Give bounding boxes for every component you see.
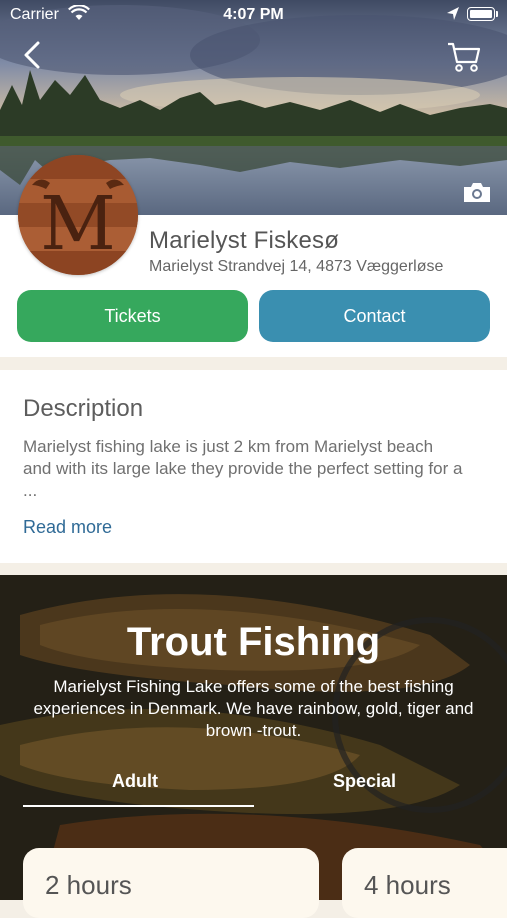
venue-address: Marielyst Strandvej 14, 4873 Væggerløse bbox=[149, 258, 444, 275]
ticket-option-card[interactable]: 4 hours bbox=[342, 848, 507, 918]
read-more-link[interactable]: Read more bbox=[23, 517, 112, 538]
selected-tab-indicator bbox=[23, 805, 254, 807]
venue-logo: M bbox=[18, 155, 138, 275]
trout-fishing-text: Marielyst Fishing Lake offers some of th… bbox=[33, 677, 474, 740]
back-button[interactable] bbox=[20, 40, 44, 75]
tickets-button[interactable]: Tickets bbox=[17, 290, 248, 342]
ticket-option-label: 2 hours bbox=[45, 870, 132, 900]
cart-icon bbox=[446, 42, 482, 78]
back-chevron-icon bbox=[20, 41, 44, 74]
ticket-option-label: 4 hours bbox=[364, 870, 451, 900]
battery-icon bbox=[467, 7, 495, 21]
location-arrow-icon bbox=[446, 6, 460, 27]
camera-icon bbox=[462, 183, 492, 208]
trout-fishing-title: Trout Fishing bbox=[126, 620, 381, 664]
camera-button[interactable] bbox=[462, 180, 492, 209]
battery-tip bbox=[496, 11, 498, 17]
cart-button[interactable] bbox=[446, 40, 482, 79]
description-title: Description bbox=[23, 395, 144, 422]
ticket-option-card[interactable]: 2 hours bbox=[23, 848, 319, 918]
clock-time: 4:07 PM bbox=[223, 6, 284, 23]
tab-special[interactable]: Special bbox=[333, 771, 396, 792]
logo-letter: M bbox=[40, 181, 116, 267]
status-bar: Carrier 4:07 PM bbox=[0, 0, 507, 30]
venue-name: Marielyst Fiskesø bbox=[149, 227, 340, 254]
tab-adult[interactable]: Adult bbox=[112, 771, 158, 792]
contact-button[interactable]: Contact bbox=[259, 290, 490, 342]
description-text: Marielyst fishing lake is just 2 km from… bbox=[23, 437, 463, 500]
